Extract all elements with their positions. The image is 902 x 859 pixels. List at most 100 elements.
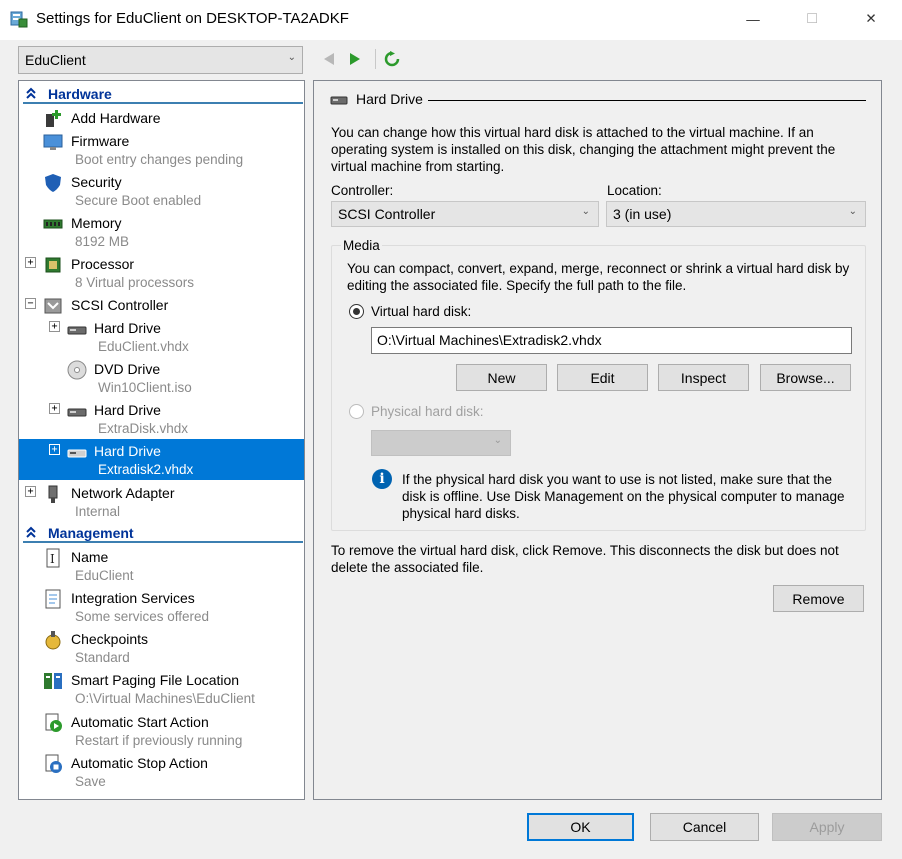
tree-item-detail: Standard (75, 650, 130, 665)
hyperv-settings-icon (10, 10, 28, 28)
close-button[interactable]: ✕ (848, 0, 894, 38)
vhd-path-input[interactable]: O:\Virtual Machines\Extradisk2.vhdx (371, 327, 852, 354)
hard-drive-icon (67, 319, 87, 339)
tree-item-label: Processor (71, 256, 135, 272)
tree-item-label: Checkpoints (71, 631, 149, 647)
expand-icon[interactable]: + (25, 486, 36, 497)
tree-item-firmware[interactable]: Firmware Boot entry changes pending (19, 129, 304, 170)
expand-icon[interactable]: + (49, 403, 60, 414)
tree-item-hard-drive-educlient[interactable]: + Hard Drive EduClient.vhdx (19, 316, 304, 357)
svg-text:I: I (50, 552, 55, 566)
window-title: Settings for EduClient on DESKTOP-TA2ADK… (36, 10, 349, 27)
ok-button[interactable]: OK (527, 813, 634, 841)
tree-item-detail: ExtraDisk.vhdx (98, 421, 189, 436)
remove-button[interactable]: Remove (773, 585, 864, 612)
collapse-section-icon[interactable] (25, 86, 37, 103)
collapse-icon[interactable]: − (25, 298, 36, 309)
physical-disk-select[interactable]: ⌄ (371, 430, 511, 456)
forward-button[interactable] (346, 50, 364, 68)
cancel-button[interactable]: Cancel (650, 813, 759, 841)
section-management[interactable]: Management (21, 523, 303, 543)
tree-item-detail: Save (75, 774, 106, 789)
expand-icon[interactable]: + (49, 321, 60, 332)
tree-item-detail: 8 Virtual processors (75, 275, 195, 290)
intro-text: You can change how this virtual hard dis… (331, 125, 836, 174)
network-adapter-icon (43, 484, 63, 504)
remove-text: To remove the virtual hard disk, click R… (331, 543, 839, 575)
dvd-drive-icon (67, 360, 87, 380)
vm-selector[interactable]: EduClient ⌄ (18, 46, 303, 74)
tree-item-label: Security (71, 174, 122, 190)
tree-item-integration-services[interactable]: Integration Services Some services offer… (19, 586, 304, 627)
tree-item-label: Smart Paging File Location (71, 672, 240, 688)
section-divider (23, 102, 303, 104)
virtual-hard-disk-radio[interactable] (349, 304, 364, 319)
memory-icon (43, 214, 63, 234)
tree-item-detail: 8192 MB (75, 234, 130, 249)
collapse-section-icon[interactable] (25, 525, 37, 542)
expand-icon[interactable]: + (49, 444, 60, 455)
automatic-start-icon (43, 713, 63, 733)
tree-item-security[interactable]: Security Secure Boot enabled (19, 170, 304, 211)
minimize-button[interactable]: — (730, 0, 776, 38)
tree-item-detail: Win10Client.iso (98, 380, 192, 395)
physical-hard-disk-radio[interactable] (349, 404, 364, 419)
back-button[interactable] (320, 50, 338, 68)
tree-item-detail: Restart if previously running (75, 733, 243, 748)
location-select[interactable]: 3 (in use) ⌄ (606, 201, 866, 227)
controller-label: Controller: (331, 183, 394, 198)
settings-tree[interactable]: Hardware Add Hardware Firmware Boot entr… (18, 80, 305, 800)
processor-icon (43, 255, 63, 275)
hard-drive-icon (67, 442, 87, 462)
inspect-button[interactable]: Inspect (658, 364, 749, 391)
new-button[interactable]: New (456, 364, 547, 391)
apply-button[interactable]: Apply (772, 813, 882, 841)
tree-item-smart-paging[interactable]: Smart Paging File Location O:\Virtual Ma… (19, 668, 304, 709)
tree-item-label: Automatic Stop Action (71, 755, 208, 771)
tree-item-detail: Internal (75, 504, 121, 519)
tree-item-label: Firmware (71, 133, 130, 149)
section-hardware[interactable]: Hardware (21, 84, 303, 104)
tree-item-detail: Boot entry changes pending (75, 152, 244, 167)
controller-value: SCSI Controller (338, 206, 436, 222)
tree-item-hard-drive-extradisk[interactable]: + Hard Drive ExtraDisk.vhdx (19, 398, 304, 439)
tree-item-dvd-drive[interactable]: DVD Drive Win10Client.iso (19, 357, 304, 398)
tree-item-name[interactable]: I Name EduClient (19, 545, 304, 586)
vm-selector-value: EduClient (25, 52, 86, 68)
section-management-label: Management (48, 525, 134, 541)
tree-item-automatic-start-action[interactable]: Automatic Start Action Restart if previo… (19, 710, 304, 751)
tree-item-processor[interactable]: + Processor 8 Virtual processors (19, 252, 304, 293)
physical-hard-disk-label: Physical hard disk: (371, 404, 484, 419)
tree-item-label: Hard Drive (94, 443, 161, 459)
panel-title: Hard Drive (356, 91, 423, 107)
browse-button[interactable]: Browse... (760, 364, 851, 391)
tree-item-network-adapter[interactable]: + Network Adapter Internal (19, 481, 304, 522)
tree-item-detail: EduClient.vhdx (98, 339, 189, 354)
title-bar: Settings for EduClient on DESKTOP-TA2ADK… (0, 0, 902, 40)
tree-item-automatic-stop-action[interactable]: Automatic Stop Action Save (19, 751, 304, 792)
edit-button[interactable]: Edit (557, 364, 648, 391)
back-arrow-icon (324, 53, 334, 65)
tree-item-hard-drive-extradisk2[interactable]: + Hard Drive Extradisk2.vhdx (19, 439, 304, 480)
section-divider (23, 541, 303, 543)
expand-icon[interactable]: + (25, 257, 36, 268)
tree-item-detail: Some services offered (75, 609, 210, 624)
media-text: You can compact, convert, expand, merge,… (347, 261, 850, 293)
name-icon: I (43, 548, 63, 568)
hard-drive-icon (67, 401, 87, 421)
shield-icon (43, 173, 63, 193)
forward-arrow-icon (350, 53, 360, 65)
tree-item-memory[interactable]: Memory 8192 MB (19, 211, 304, 252)
physical-disk-info: If the physical hard disk you want to us… (402, 472, 845, 521)
tree-item-checkpoints[interactable]: Checkpoints Standard (19, 627, 304, 668)
refresh-button[interactable] (383, 50, 401, 68)
tree-item-label: Automatic Start Action (71, 714, 209, 730)
chevron-down-icon: ⌄ (848, 206, 857, 217)
tree-item-label: Hard Drive (94, 320, 161, 336)
tree-item-label: Integration Services (71, 590, 195, 606)
maximize-button[interactable]: ☐ (789, 0, 835, 38)
checkpoints-icon (43, 630, 63, 650)
location-label: Location: (607, 183, 662, 198)
controller-select[interactable]: SCSI Controller ⌄ (331, 201, 599, 227)
scsi-controller-icon (43, 296, 63, 316)
